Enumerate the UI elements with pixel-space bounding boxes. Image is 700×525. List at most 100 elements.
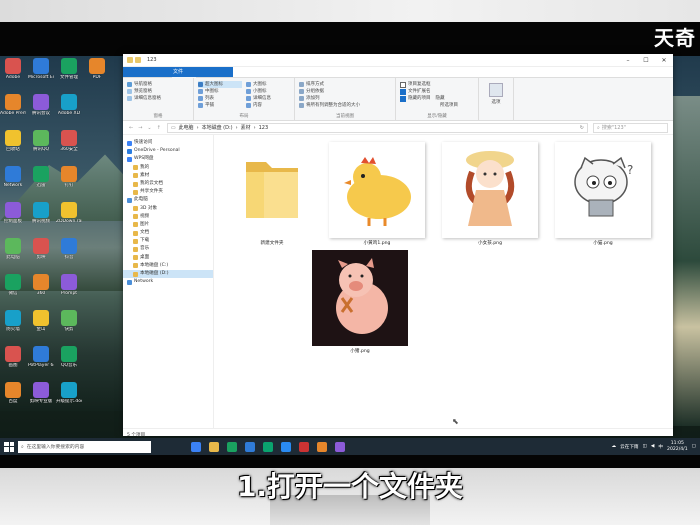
folder-icon[interactable] bbox=[127, 57, 133, 63]
desktop-icon[interactable]: 腾讯视频 bbox=[28, 202, 54, 224]
nav-item[interactable]: 快速访问 bbox=[123, 139, 213, 147]
desktop-icon[interactable]: 抖音 bbox=[56, 238, 82, 260]
layout-content[interactable]: 内容 bbox=[246, 102, 290, 109]
breadcrumb-item[interactable]: 本地磁盘 (D:) bbox=[202, 124, 233, 131]
desktop-icon[interactable]: 控制面板 bbox=[0, 202, 26, 224]
desktop-icon[interactable]: Microsoft Edge bbox=[28, 58, 54, 80]
desktop-icon[interactable]: Adobe bbox=[0, 58, 26, 80]
nav-item[interactable]: 共享文件夹 bbox=[123, 188, 213, 196]
nav-item[interactable]: 文档 bbox=[123, 229, 213, 237]
options-icon[interactable] bbox=[489, 83, 503, 97]
breadcrumb-item[interactable]: 素材 bbox=[241, 124, 251, 131]
desktop-icon[interactable]: ZDDown.rar bbox=[56, 202, 82, 224]
properties-icon[interactable] bbox=[135, 57, 141, 63]
nav-item[interactable]: 音乐 bbox=[123, 245, 213, 253]
desktop-icon[interactable]: 迅雷 bbox=[28, 166, 54, 188]
size-columns-button[interactable]: 将所有列调整为合适的大小 bbox=[299, 102, 391, 109]
edge-icon[interactable] bbox=[245, 441, 255, 452]
volume-icon[interactable]: ◀ bbox=[651, 444, 655, 449]
desktop-icon[interactable]: QQ音乐 bbox=[56, 346, 82, 368]
tab-file[interactable]: 文件 bbox=[123, 67, 233, 77]
notification-icon[interactable]: ▢ bbox=[692, 444, 696, 449]
clock[interactable]: 11:05 2022/4/1 bbox=[667, 441, 688, 452]
hide-selected-label[interactable]: 隐藏 bbox=[436, 95, 445, 102]
nav-item[interactable]: 3D 对象 bbox=[123, 205, 213, 213]
app-icon[interactable] bbox=[317, 441, 327, 452]
desktop-icon[interactable]: Adobe XD bbox=[56, 94, 82, 116]
nav-item[interactable]: 下载 bbox=[123, 237, 213, 245]
taskbar-search[interactable]: ⌕ 在这里输入你要搜索的内容 bbox=[18, 440, 151, 453]
file-item-pig[interactable]: 小猪.png bbox=[312, 250, 408, 354]
desktop-icon[interactable]: 画图 bbox=[0, 346, 26, 368]
layout-list[interactable]: 列表 bbox=[198, 95, 242, 102]
desktop-icon[interactable]: 金山 bbox=[28, 310, 54, 332]
back-icon[interactable]: ← bbox=[129, 125, 133, 131]
desktop-icon[interactable]: 剪映 bbox=[28, 238, 54, 260]
refresh-icon[interactable]: ↻ bbox=[580, 125, 587, 131]
up-icon[interactable]: ↑ bbox=[157, 125, 161, 131]
desktop-icon[interactable]: 剪映专业版 bbox=[28, 382, 54, 404]
nav-item[interactable]: WPS网盘 bbox=[123, 155, 213, 163]
nav-item[interactable]: OneDrive - Personal bbox=[123, 147, 213, 155]
nav-item[interactable]: 桌面 bbox=[123, 254, 213, 262]
layout-details[interactable]: 详细信息 bbox=[246, 95, 290, 102]
nav-item[interactable]: 我的云文档 bbox=[123, 180, 213, 188]
desktop-icon[interactable]: Prompt bbox=[56, 274, 82, 296]
minimize-icon[interactable]: – bbox=[619, 57, 637, 64]
layout-medium-icons[interactable]: 中图标 bbox=[198, 88, 242, 95]
network-icon[interactable]: ◫ bbox=[643, 444, 647, 449]
desktop-icon[interactable]: 快剪 bbox=[56, 310, 82, 332]
weather-text[interactable]: 云在下雨 bbox=[620, 444, 638, 450]
address-bar[interactable]: ▭ 此电脑 › 本地磁盘 (D:) › 素材 › 123 ↻ bbox=[166, 122, 588, 133]
nav-item[interactable]: 本地磁盘 (C:) bbox=[123, 262, 213, 270]
preview-pane-toggle[interactable]: 预览窗格 bbox=[127, 88, 189, 95]
wps-icon[interactable] bbox=[299, 441, 309, 452]
desktop-icon[interactable]: 回收站 bbox=[0, 130, 26, 152]
wechat-icon[interactable] bbox=[263, 441, 273, 452]
desktop-icon[interactable]: PDF bbox=[84, 58, 110, 80]
layout-tiles[interactable]: 平铺 bbox=[198, 102, 242, 109]
nav-item[interactable]: 素材 bbox=[123, 172, 213, 180]
breadcrumb-item[interactable]: 此电脑 bbox=[179, 124, 194, 131]
file-explorer-icon[interactable] bbox=[209, 441, 219, 452]
search-box[interactable]: ⌕ 搜索"123" bbox=[593, 122, 668, 133]
desktop-icon[interactable]: 防火墙 bbox=[0, 310, 26, 332]
nav-item[interactable]: 本地磁盘 (D:) bbox=[123, 270, 213, 279]
task-view-icon[interactable] bbox=[191, 441, 201, 452]
desktop-icon[interactable]: 钉钉 bbox=[56, 166, 82, 188]
start-button[interactable] bbox=[4, 441, 14, 452]
qq-icon[interactable] bbox=[281, 441, 291, 452]
file-item-cat[interactable]: ? 小猫.png bbox=[555, 142, 651, 246]
nav-item[interactable]: 视频 bbox=[123, 213, 213, 221]
close-icon[interactable]: ✕ bbox=[655, 57, 673, 64]
desktop-icon[interactable]: 腾讯QQ bbox=[28, 130, 54, 152]
add-columns-button[interactable]: 添加列 bbox=[299, 95, 391, 102]
maximize-icon[interactable]: ☐ bbox=[637, 57, 655, 64]
desktop-icon[interactable]: 此电脑 bbox=[0, 238, 26, 260]
chrome-icon[interactable] bbox=[227, 441, 237, 452]
desktop-icon[interactable]: Network bbox=[0, 166, 26, 188]
hidden-items-toggle[interactable]: 隐藏的项目 隐藏 bbox=[400, 95, 474, 102]
app-icon[interactable] bbox=[335, 441, 345, 452]
sort-by-button[interactable]: 排序方式 bbox=[299, 81, 391, 88]
details-pane-toggle[interactable]: 详细信息窗格 bbox=[127, 95, 189, 102]
recent-icon[interactable]: ⌄ bbox=[147, 125, 151, 131]
desktop-icon[interactable]: 360安全 bbox=[56, 130, 82, 152]
nav-item[interactable]: 图片 bbox=[123, 221, 213, 229]
desktop-icon[interactable]: PotPlayer 64 bbox=[28, 346, 54, 368]
item-checkboxes-toggle[interactable]: 项目复选框 bbox=[400, 81, 474, 88]
file-item-folder[interactable]: 新建文件夹 bbox=[224, 142, 320, 246]
desktop-icon[interactable]: 腾讯会议 bbox=[28, 94, 54, 116]
desktop-icon[interactable]: 文件管理 bbox=[56, 58, 82, 80]
weather-icon[interactable]: ☁ bbox=[612, 444, 617, 449]
nav-item[interactable]: 我的 bbox=[123, 164, 213, 172]
preview-pane-button[interactable]: 导航窗格 bbox=[127, 81, 189, 88]
breadcrumb-item[interactable]: 123 bbox=[259, 125, 269, 131]
desktop-icon[interactable]: 360 bbox=[28, 274, 54, 296]
file-item-chick[interactable]: 小黄鸡1.png bbox=[329, 142, 425, 246]
options-button[interactable]: 选项 bbox=[483, 99, 509, 105]
desktop-icon[interactable]: 微信 bbox=[0, 274, 26, 296]
desktop-icon[interactable]: 升级提示.docx bbox=[56, 382, 82, 404]
desktop-icon[interactable]: Adobe Premiere bbox=[0, 94, 26, 116]
file-item-girl[interactable]: 小女孩.png bbox=[442, 142, 538, 246]
